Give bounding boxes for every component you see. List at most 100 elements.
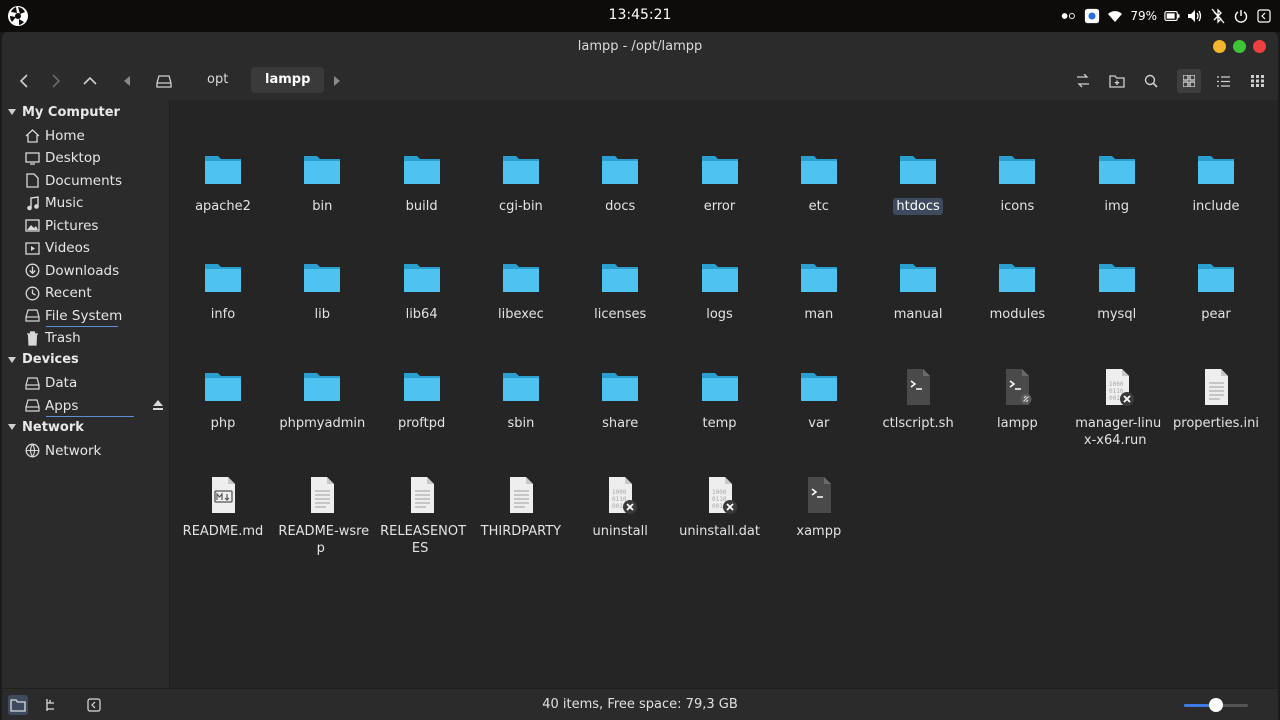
folder-item[interactable]: lib: [274, 258, 370, 348]
item-label: manual: [870, 306, 966, 323]
folder-item[interactable]: build: [374, 150, 470, 240]
breadcrumb-right-button[interactable]: [327, 71, 347, 91]
folder-item[interactable]: temp: [672, 367, 768, 457]
file-item[interactable]: lampp: [969, 367, 1065, 457]
sidebar-item-pictures[interactable]: Pictures: [24, 215, 166, 237]
sidebar-item-music[interactable]: Music: [24, 192, 166, 214]
item-label-text: docs: [605, 199, 636, 214]
zoom-slider[interactable]: [1184, 698, 1248, 712]
search-icon[interactable]: [1141, 71, 1161, 91]
zoom-slider-handle[interactable]: [1209, 698, 1223, 712]
folder-item[interactable]: libexec: [473, 258, 569, 348]
folder-item[interactable]: proftpd: [374, 367, 470, 457]
sidebar-section-network[interactable]: Network: [8, 417, 84, 437]
minimize-button[interactable]: [1213, 40, 1226, 53]
folder-item[interactable]: licenses: [572, 258, 668, 348]
file-item[interactable]: 1000 0110 0011 uninstall.dat: [672, 475, 768, 565]
folder-item[interactable]: etc: [771, 150, 867, 240]
folder-item[interactable]: logs: [672, 258, 768, 348]
sidebar-item-desktop[interactable]: Desktop: [24, 147, 166, 169]
new-folder-icon[interactable]: [1107, 71, 1127, 91]
folder-item[interactable]: include: [1168, 150, 1264, 240]
item-label: properties.ini: [1168, 415, 1264, 432]
sidebar-section-devices[interactable]: Devices: [8, 350, 79, 370]
folder-item[interactable]: mysql: [1069, 258, 1165, 348]
item-label-text: include: [1192, 199, 1240, 214]
sidebar-item-home[interactable]: Home: [24, 125, 166, 147]
volume-icon[interactable]: [1187, 8, 1203, 24]
sidebar-section-label: Network: [22, 419, 84, 435]
sidebar-item-trash[interactable]: Trash: [24, 327, 166, 349]
folder-item[interactable]: htdocs: [870, 150, 966, 240]
svg-text:1000: 1000: [1109, 381, 1124, 388]
close-button[interactable]: [1253, 40, 1266, 53]
folder-item[interactable]: bin: [274, 150, 370, 240]
folder-item[interactable]: php: [175, 367, 271, 457]
item-label: include: [1168, 198, 1264, 215]
item-label-text: logs: [706, 307, 733, 323]
forward-button[interactable]: [46, 71, 66, 91]
folder-item[interactable]: error: [672, 150, 768, 240]
folder-item[interactable]: img: [1069, 150, 1165, 240]
folder-item[interactable]: man: [771, 258, 867, 348]
sidebar-item-apps[interactable]: Apps: [24, 395, 166, 417]
folder-item[interactable]: var: [771, 367, 867, 457]
drive-root-button[interactable]: [154, 71, 174, 91]
folder-item[interactable]: icons: [969, 150, 1065, 240]
folder-item[interactable]: lib64: [374, 258, 470, 348]
sidebar-item-documents[interactable]: Documents: [24, 170, 166, 192]
sidebar-item-recent[interactable]: Recent: [24, 282, 166, 304]
file-item[interactable]: 1000 0110 0011 manager-linux-x64.run: [1069, 367, 1165, 457]
battery-icon[interactable]: [1164, 8, 1180, 24]
item-label-text: README-wsrep: [278, 523, 370, 556]
folder-item[interactable]: cgi-bin: [473, 150, 569, 240]
screen-recorder-icon[interactable]: [1084, 8, 1100, 24]
maximize-button[interactable]: [1233, 40, 1246, 53]
sidebar-item-file-system[interactable]: File System: [24, 305, 166, 327]
list-view-button[interactable]: [1213, 71, 1233, 91]
file-item[interactable]: properties.ini: [1168, 367, 1264, 457]
file-item[interactable]: README.md: [175, 475, 271, 565]
sidebar-item-downloads[interactable]: Downloads: [24, 260, 166, 282]
compact-view-button[interactable]: [1247, 71, 1267, 91]
folder-item[interactable]: phpmyadmin: [274, 367, 370, 457]
file-item[interactable]: RELEASENOTES: [374, 475, 470, 565]
item-label: lib: [274, 306, 370, 323]
file-item[interactable]: 1000 0110 0011 uninstall: [572, 475, 668, 565]
file-item[interactable]: README-wsrep: [274, 475, 370, 565]
sidebar-item-videos[interactable]: Videos: [24, 237, 166, 259]
network-icon: [24, 443, 40, 459]
wifi-icon[interactable]: [1107, 8, 1123, 24]
back-button[interactable]: [14, 71, 34, 91]
show-desktop-icon[interactable]: [1256, 8, 1272, 24]
folder-item[interactable]: docs: [572, 150, 668, 240]
item-label: img: [1069, 198, 1165, 215]
item-label-text: manager-linux-x64.run: [1075, 415, 1162, 448]
folder-item[interactable]: pear: [1168, 258, 1264, 348]
title-bar[interactable]: lampp - /opt/lampp: [2, 32, 1278, 62]
folder-item[interactable]: info: [175, 258, 271, 348]
folder-item[interactable]: modules: [969, 258, 1065, 348]
folder-item[interactable]: apache2: [175, 150, 271, 240]
workspace-indicator-icon[interactable]: [1061, 8, 1077, 24]
folder-item[interactable]: share: [572, 367, 668, 457]
toggle-location-icon[interactable]: [1073, 71, 1093, 91]
folder-item[interactable]: sbin: [473, 367, 569, 457]
breadcrumb-left-button[interactable]: [117, 71, 137, 91]
item-label: README.md: [175, 523, 271, 540]
bluetooth-off-icon[interactable]: [1210, 8, 1226, 24]
up-button[interactable]: [80, 71, 100, 91]
file-item[interactable]: xampp: [771, 475, 867, 565]
sidebar-item-network[interactable]: Network: [24, 440, 166, 462]
breadcrumb-lampp[interactable]: lampp: [251, 67, 325, 93]
icon-view-button[interactable]: [1177, 69, 1201, 93]
file-item[interactable]: THIRDPARTY: [473, 475, 569, 565]
sidebar-section-my-computer[interactable]: My Computer: [8, 102, 120, 122]
file-item[interactable]: ctlscript.sh: [870, 367, 966, 457]
folder-item[interactable]: manual: [870, 258, 966, 348]
eject-icon[interactable]: [152, 399, 164, 411]
sidebar-item-data[interactable]: Data: [24, 372, 166, 394]
breadcrumb-opt[interactable]: opt: [193, 67, 242, 93]
folder-icon: [799, 367, 839, 407]
power-icon[interactable]: [1233, 8, 1249, 24]
